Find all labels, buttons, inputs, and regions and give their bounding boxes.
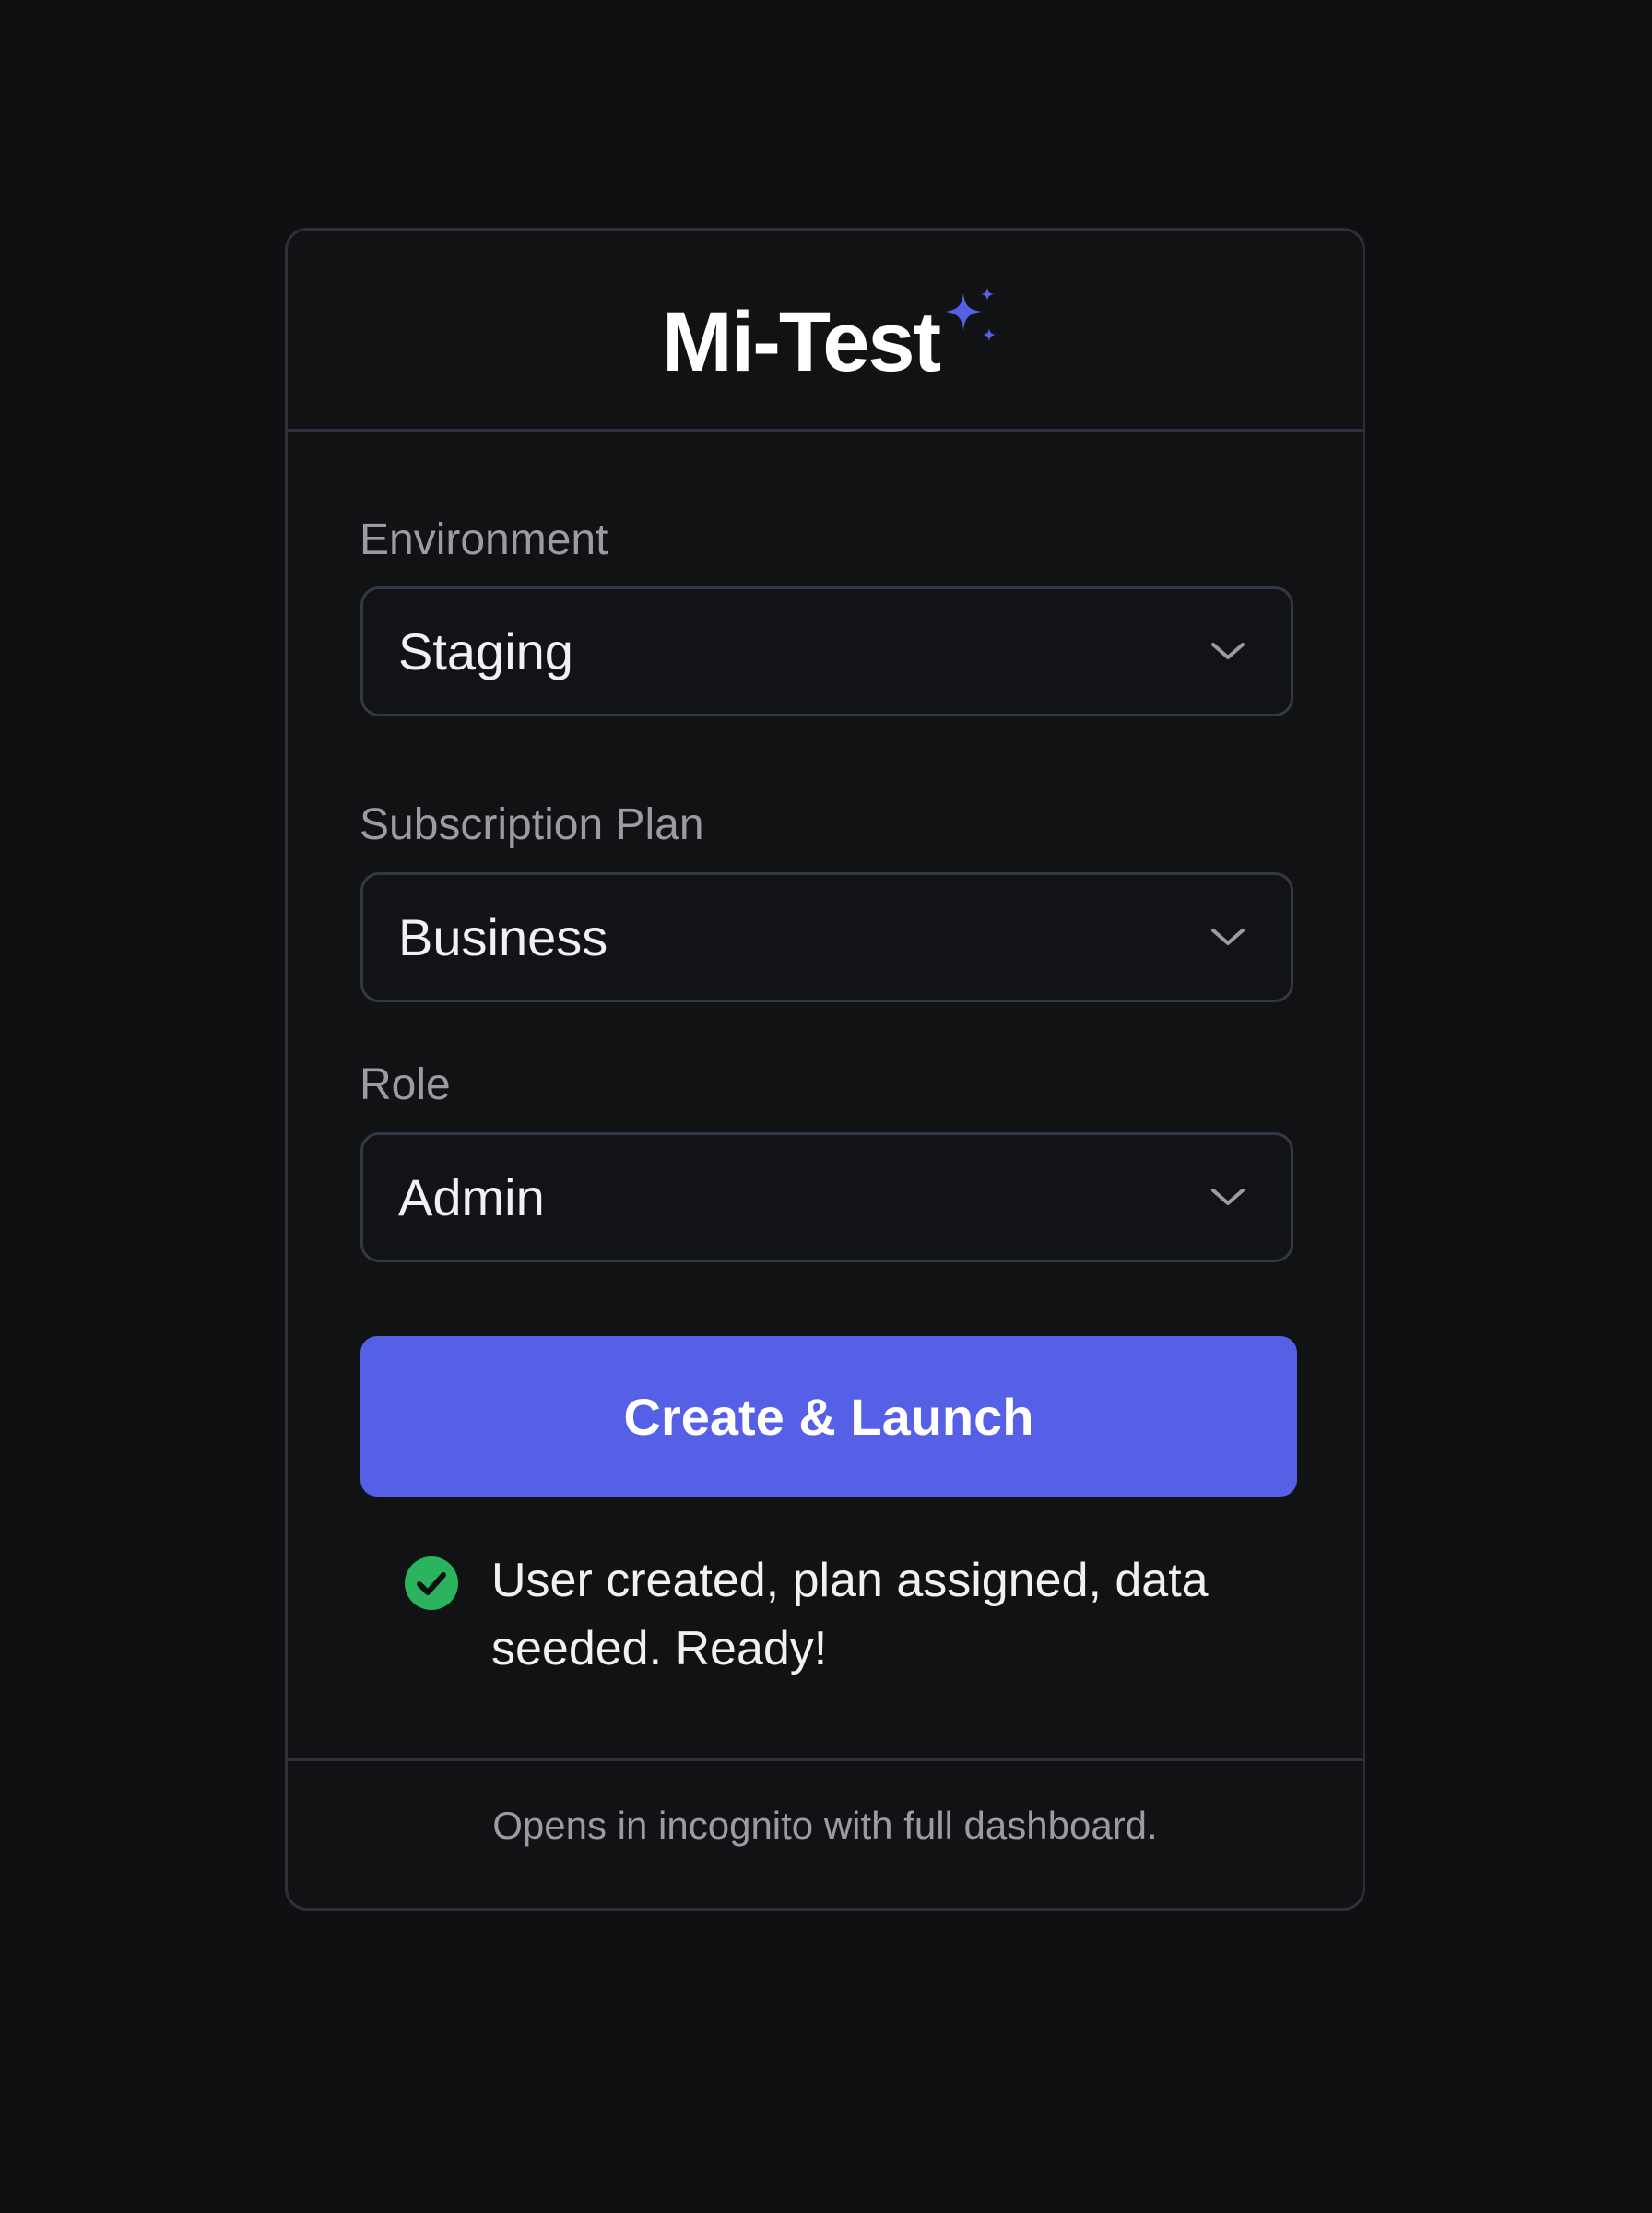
card-footer: Opens in incognito with full dashboard. bbox=[288, 1758, 1363, 1911]
role-label: Role bbox=[360, 1060, 451, 1109]
status-text: User created, plan assigned, data seeded… bbox=[491, 1554, 1209, 1675]
app-logo: Mi-Test bbox=[662, 288, 1000, 393]
app-title: Mi-Test bbox=[662, 295, 941, 389]
chevron-down-icon bbox=[1211, 929, 1245, 945]
chevron-down-icon bbox=[1211, 643, 1245, 659]
sparkle-icon bbox=[945, 288, 997, 341]
environment-select[interactable]: Staging bbox=[360, 586, 1293, 716]
chevron-down-icon bbox=[1211, 1189, 1245, 1205]
create-launch-button[interactable]: Create & Launch bbox=[360, 1336, 1297, 1497]
check-circle-icon bbox=[405, 1556, 458, 1610]
role-select[interactable]: Admin bbox=[360, 1132, 1293, 1262]
plan-select[interactable]: Business bbox=[360, 872, 1293, 1002]
environment-label: Environment bbox=[360, 515, 608, 564]
footer-note: Opens in incognito with full dashboard. bbox=[492, 1804, 1158, 1847]
plan-value: Business bbox=[398, 908, 608, 966]
environment-value: Staging bbox=[398, 622, 573, 680]
plan-label: Subscription Plan bbox=[360, 800, 704, 849]
role-value: Admin bbox=[398, 1168, 545, 1226]
launcher-card: Mi-Test Environment Staging Subscription… bbox=[285, 228, 1365, 1911]
card-header: Mi-Test bbox=[288, 231, 1363, 432]
